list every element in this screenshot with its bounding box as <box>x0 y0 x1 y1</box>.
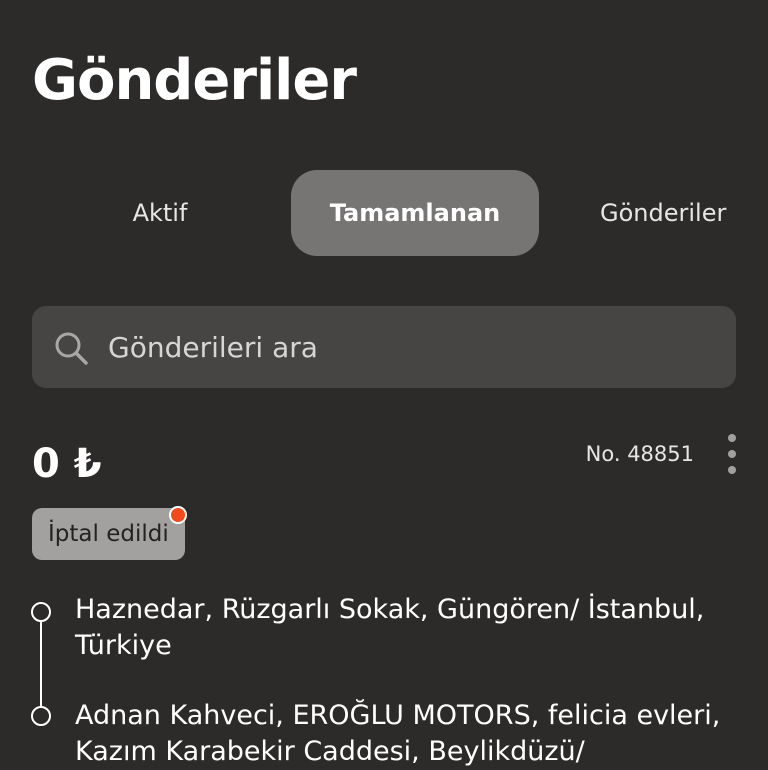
shipment-price: 0 ₺ <box>32 441 102 487</box>
page-title: Gönderiler <box>32 48 357 113</box>
origin-dot-icon <box>31 602 51 622</box>
status-badge: İptal edildi <box>32 506 187 560</box>
status-dot-icon <box>168 506 187 524</box>
search-input[interactable] <box>108 306 708 388</box>
destination-dot-icon <box>31 706 51 726</box>
more-options-icon[interactable] <box>720 432 744 476</box>
tab-aktif[interactable]: Aktif <box>96 170 224 256</box>
tab-gonderiler[interactable]: Gönderiler <box>580 170 768 256</box>
tab-tamamlanan[interactable]: Tamamlanan <box>291 170 539 256</box>
tab-bar: Aktif Tamamlanan Gönderiler <box>0 170 768 256</box>
origin-address: Haznedar, Rüzgarlı Sokak, Güngören/ İsta… <box>75 594 705 661</box>
search-icon <box>55 332 88 365</box>
destination-address: Adnan Kahveci, EROĞLU MOTORS, felicia ev… <box>75 700 721 767</box>
search-box[interactable] <box>32 306 736 388</box>
route-line <box>40 620 42 710</box>
status-label: İptal edildi <box>48 521 169 547</box>
shipment-number: No. 48851 <box>585 442 694 466</box>
